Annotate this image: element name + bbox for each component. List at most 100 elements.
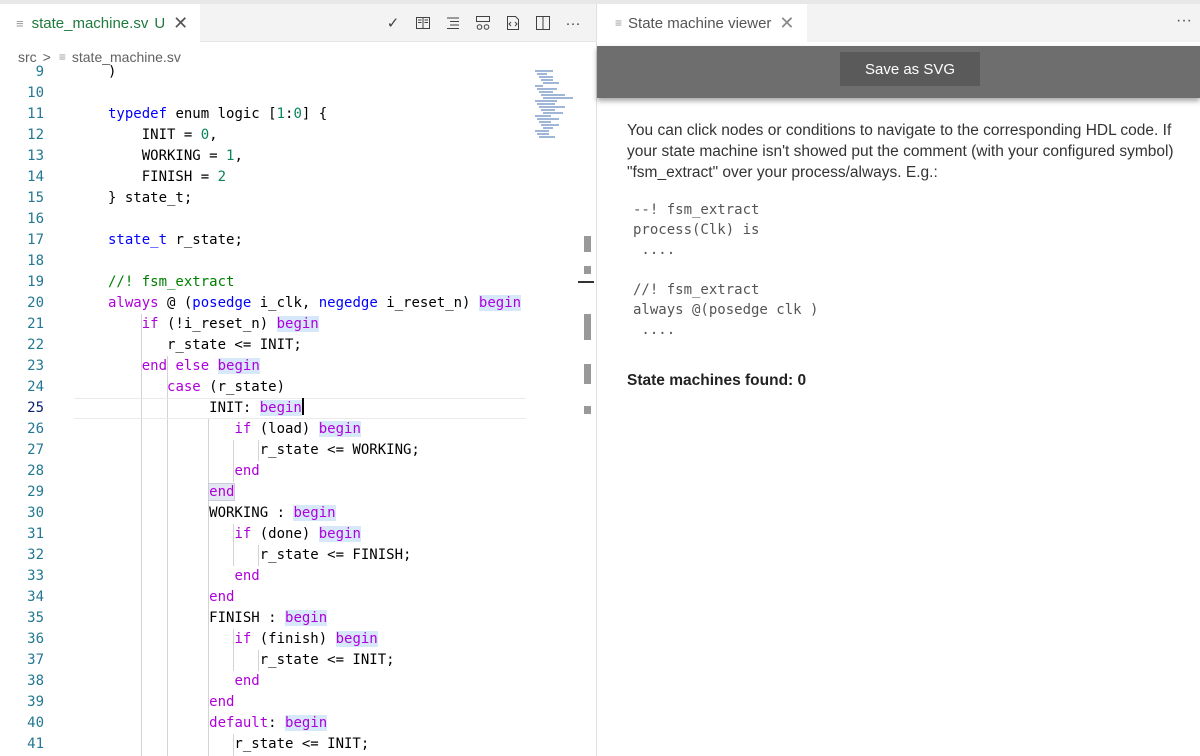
- code-line[interactable]: 24 case (r_state): [0, 377, 530, 398]
- code-text: if (!i_reset_n) begin: [141, 316, 319, 332]
- viewer-tab-bar: ≡ State machine viewer ✕ ···: [597, 4, 1200, 42]
- diagram-icon[interactable]: [474, 14, 492, 32]
- line-number: 32: [27, 547, 44, 563]
- help-text: You can click nodes or conditions to nav…: [627, 122, 1174, 181]
- minimap-line: [541, 124, 559, 126]
- code-line[interactable]: 23 end else begin: [0, 356, 530, 377]
- code-line[interactable]: 17 state_t r_state;: [0, 230, 530, 251]
- code-text: r_state <= INIT;: [108, 736, 370, 752]
- line-number: 28: [27, 463, 44, 479]
- line-number: 38: [27, 673, 44, 689]
- line-number: 36: [27, 631, 44, 647]
- code-line[interactable]: 10: [0, 83, 530, 104]
- outline-icon[interactable]: [444, 14, 462, 32]
- code-line[interactable]: 31 if (done) begin: [0, 524, 530, 545]
- code-text: ): [108, 64, 117, 80]
- code-line[interactable]: 25 INIT: begin: [0, 398, 530, 419]
- minimap-line: [543, 112, 563, 114]
- line-number: 18: [27, 253, 44, 269]
- minimap-line: [543, 127, 553, 129]
- code-line[interactable]: 39 end: [0, 692, 530, 713]
- code-text: if (done) begin: [234, 526, 361, 542]
- line-number: 20: [27, 295, 44, 311]
- code-line[interactable]: 36 if (finish) begin: [0, 629, 530, 650]
- viewer-tab[interactable]: ≡ State machine viewer ✕: [597, 4, 807, 42]
- line-number: 35: [27, 610, 44, 626]
- code-text: } state_t;: [108, 190, 193, 206]
- code-line[interactable]: 37 r_state <= INIT;: [0, 650, 530, 671]
- state-machines-found: State machines found: 0: [627, 372, 807, 389]
- editor-tab-state-machine[interactable]: ≡ state_machine.sv U ✕: [0, 4, 200, 42]
- code-text: INIT: begin: [108, 398, 304, 416]
- check-icon[interactable]: ✓: [384, 14, 402, 32]
- line-number: 37: [27, 652, 44, 668]
- code-line[interactable]: 29 end: [0, 482, 530, 503]
- code-line[interactable]: 12 INIT = 0,: [0, 125, 530, 146]
- code-line[interactable]: 38 end: [0, 671, 530, 692]
- code-line[interactable]: 13 WORKING = 1,: [0, 146, 530, 167]
- code-line[interactable]: 19 //! fsm_extract: [0, 272, 530, 293]
- code-text: r_state <= INIT;: [108, 337, 302, 353]
- minimap-line: [541, 94, 565, 96]
- code-text: r_state <= INIT;: [108, 652, 395, 668]
- code-file-icon[interactable]: [504, 14, 522, 32]
- code-text: //! fsm_extract: [108, 274, 235, 290]
- line-number: 12: [27, 127, 44, 143]
- split-editor-icon[interactable]: [534, 14, 552, 32]
- minimap-line: [537, 133, 549, 135]
- code-text: end: [209, 589, 235, 605]
- preview-icon[interactable]: [414, 14, 432, 32]
- code-line[interactable]: 11 typedef enum logic [1:0] {: [0, 104, 530, 125]
- code-text: end: [208, 483, 236, 501]
- close-icon[interactable]: ✕: [779, 13, 794, 34]
- save-as-svg-button[interactable]: Save as SVG: [840, 52, 980, 86]
- code-line[interactable]: 27 r_state <= WORKING;: [0, 440, 530, 461]
- code-line[interactable]: 40 default: begin: [0, 713, 530, 734]
- line-number: 19: [27, 274, 44, 290]
- more-actions-icon[interactable]: ···: [564, 14, 582, 32]
- minimap-line: [535, 130, 549, 132]
- code-editor[interactable]: 9) 10 11 typedef enum logic [1:0] {12 INIT …: [0, 62, 596, 756]
- code-line[interactable]: 26 if (load) begin: [0, 419, 530, 440]
- minimap-line: [539, 136, 555, 138]
- code-line[interactable]: 21 if (!i_reset_n) begin: [0, 314, 530, 335]
- line-number: 24: [27, 379, 44, 395]
- code-line[interactable]: 28 end: [0, 461, 530, 482]
- line-number: 23: [27, 358, 44, 374]
- code-line[interactable]: 20 always @ (posedge i_clk, negedge i_res…: [0, 293, 530, 314]
- line-number: 22: [27, 337, 44, 353]
- state-machine-viewer-panel: ≡ State machine viewer ✕ ··· Save as SVG…: [597, 4, 1200, 756]
- example-vhdl: --! fsm_extract process(Clk) is ....: [633, 202, 760, 258]
- code-line[interactable]: 14 FINISH = 2: [0, 167, 530, 188]
- code-line[interactable]: 15} state_t;: [0, 188, 530, 209]
- minimap[interactable]: [533, 70, 579, 150]
- file-lines-icon: ≡: [615, 16, 623, 30]
- line-number: 27: [27, 442, 44, 458]
- code-line[interactable]: 22 r_state <= INIT;: [0, 335, 530, 356]
- line-number: 13: [27, 148, 44, 164]
- close-icon[interactable]: ✕: [173, 13, 188, 34]
- minimap-line: [539, 121, 551, 123]
- editor-actions: ✓ ···: [384, 4, 582, 42]
- minimap-line: [539, 91, 553, 93]
- editor-tab-bar: ≡ state_machine.sv U ✕ ✓ ···: [0, 4, 596, 42]
- scrollbar-marker: [584, 314, 591, 340]
- scrollbar-marker: [584, 364, 591, 384]
- scrollbar-marker: [584, 266, 591, 274]
- more-actions-icon[interactable]: ···: [1176, 12, 1192, 30]
- code-line[interactable]: 9): [0, 62, 530, 83]
- code-text: if (load) begin: [234, 421, 361, 437]
- code-text: FINISH = 2: [108, 169, 227, 185]
- code-line[interactable]: 41 r_state <= INIT;: [0, 734, 530, 755]
- line-number: 26: [27, 421, 44, 437]
- code-line[interactable]: 35 FINISH : begin: [0, 608, 530, 629]
- code-line[interactable]: 18: [0, 251, 530, 272]
- code-line[interactable]: 34 end: [0, 587, 530, 608]
- minimap-line: [537, 118, 559, 120]
- code-line[interactable]: 32 r_state <= FINISH;: [0, 545, 530, 566]
- code-line[interactable]: 16: [0, 209, 530, 230]
- line-number: 31: [27, 526, 44, 542]
- code-line[interactable]: 33 end: [0, 566, 530, 587]
- tab-filename: state_machine.sv: [31, 14, 149, 32]
- code-line[interactable]: 30 WORKING : begin: [0, 503, 530, 524]
